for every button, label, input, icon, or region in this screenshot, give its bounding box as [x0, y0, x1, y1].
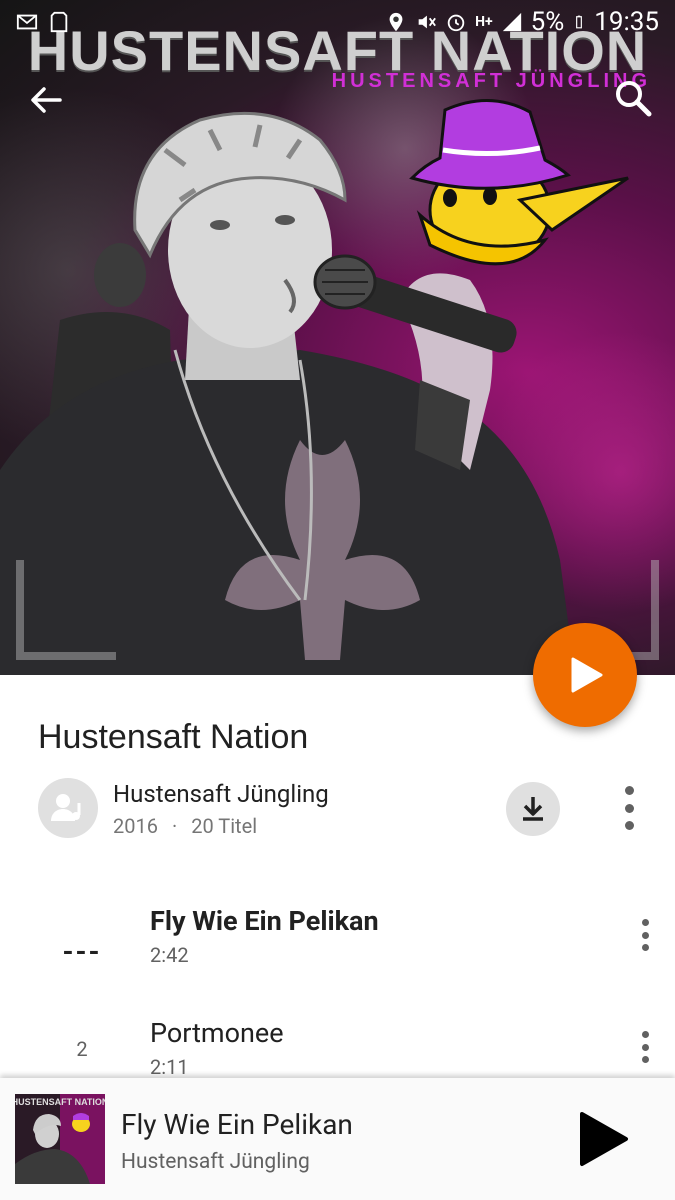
- now-playing-title: Fly Wie Ein Pelikan: [121, 1108, 353, 1141]
- battery-icon: [576, 15, 583, 29]
- more-dot: [641, 1043, 649, 1051]
- track-number-playing-indicator: ---: [62, 935, 102, 968]
- mini-cover-image: HUSTENSAFT NATION: [15, 1094, 105, 1184]
- clock: 19:35: [594, 7, 659, 37]
- track-row[interactable]: --- Fly Wie Ein Pelikan 2:42: [0, 905, 675, 1005]
- meta-separator: ·: [171, 814, 178, 838]
- status-bar-left: [16, 11, 70, 33]
- mini-cover-title-text: HUSTENSAFT NATION: [15, 1097, 105, 1107]
- more-dot: [641, 1031, 649, 1038]
- play-album-button[interactable]: [533, 623, 637, 727]
- network-type: H+: [475, 14, 493, 30]
- artist-name[interactable]: Hustensaft Jüngling: [113, 780, 329, 808]
- artist-avatar[interactable]: [38, 778, 98, 838]
- alarm-icon: [447, 14, 465, 32]
- more-dot: [624, 803, 634, 813]
- more-dot: [641, 919, 649, 926]
- back-arrow-icon[interactable]: [26, 80, 66, 120]
- mini-player[interactable]: HUSTENSAFT NATION Fly Wie Ein Pelikan Hu…: [0, 1078, 675, 1200]
- album-track-count: 20 Titel: [191, 814, 258, 838]
- play-icon: [571, 657, 603, 693]
- sd-card-icon: [50, 11, 68, 33]
- track-title: Portmonee: [150, 1017, 284, 1049]
- track-title: Fly Wie Ein Pelikan: [150, 905, 379, 937]
- artist-row: Hustensaft Jüngling 2016 · 20 Titel: [38, 778, 658, 838]
- album-title: Hustensaft Nation: [38, 718, 309, 756]
- now-playing-artist: Hustensaft Jüngling: [121, 1150, 310, 1174]
- track-number: 2: [76, 1037, 88, 1061]
- download-icon: [523, 797, 543, 821]
- mini-player-play-icon[interactable]: [574, 1110, 632, 1168]
- battery-percent: 5%: [530, 7, 565, 37]
- album-year: 2016: [113, 814, 158, 838]
- more-dot: [624, 821, 634, 830]
- cover-subtitle-text: HUSTENSAFT JÜNGLING: [331, 70, 651, 92]
- album-cover-art: HUSTENSAFT NATION HUSTENSAFT JÜNGLING: [0, 0, 675, 675]
- more-dot: [641, 944, 649, 951]
- artist-placeholder-icon: [51, 794, 81, 821]
- track-more-options-icon[interactable]: [640, 1031, 650, 1063]
- status-bar-right: H+ 5% 19:35: [385, 7, 659, 37]
- more-dot: [641, 1056, 649, 1063]
- album-meta: 2016 · 20 Titel: [113, 814, 257, 838]
- download-button[interactable]: [506, 782, 560, 836]
- location-icon: [389, 12, 403, 32]
- track-more-options-icon[interactable]: [640, 919, 650, 951]
- signal-icon: [502, 12, 521, 32]
- album-more-options-icon[interactable]: [614, 786, 644, 830]
- track-duration: 2:11: [150, 1055, 189, 1079]
- more-dot: [624, 786, 634, 795]
- mini-player-album-art: HUSTENSAFT NATION: [15, 1094, 105, 1184]
- mute-icon: [418, 15, 436, 29]
- more-dot: [641, 931, 649, 939]
- search-icon[interactable]: [613, 78, 653, 118]
- track-duration: 2:42: [150, 943, 189, 967]
- status-bar: H+ 5% 19:35: [0, 0, 675, 44]
- cover-frame-corner-left: [16, 560, 116, 660]
- gmail-icon: [16, 14, 38, 30]
